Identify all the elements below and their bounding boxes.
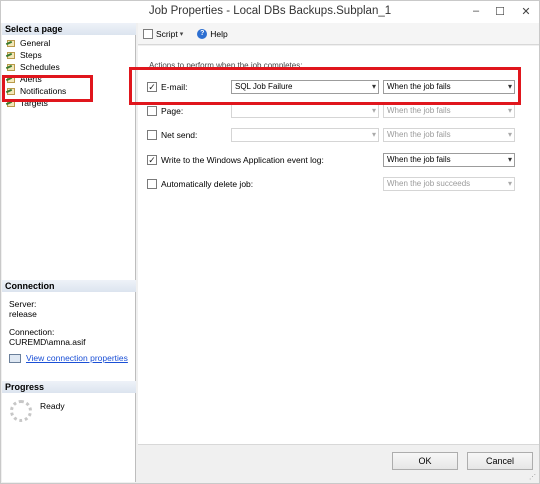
net-send-operator-select: ▾: [231, 128, 379, 142]
net-send-row: Net send:: [147, 128, 197, 142]
auto-delete-condition-value: When the job succeeds: [387, 179, 471, 188]
cancel-button[interactable]: Cancel: [467, 452, 533, 470]
page-condition-value: When the job fails: [387, 106, 451, 115]
event-log-condition-select[interactable]: When the job fails ▾: [383, 153, 515, 167]
notifications-highlight-box: [2, 75, 93, 102]
page-label: General: [20, 38, 51, 48]
net-send-condition-value: When the job fails: [387, 130, 451, 139]
title-bar[interactable]: Job Properties - Local DBs Backups.Subpl…: [1, 1, 539, 23]
server-value: release: [9, 309, 37, 319]
email-row-highlight-box: [129, 67, 521, 105]
page-label: Schedules: [20, 62, 60, 72]
chevron-down-icon: ▾: [507, 130, 512, 139]
page-item-schedules[interactable]: Schedules: [5, 61, 66, 73]
dialog-footer: OK Cancel ⋰: [138, 444, 539, 483]
auto-delete-label: Automatically delete job:: [161, 179, 254, 189]
help-button[interactable]: ? Help: [197, 28, 228, 39]
job-properties-window: Job Properties - Local DBs Backups.Subpl…: [0, 0, 540, 484]
chevron-down-icon: ▾: [371, 130, 376, 139]
page-icon: [5, 63, 16, 72]
connection-label: Connection:: [9, 327, 55, 337]
chevron-down-icon: ▾: [507, 155, 512, 164]
event-log-row: ✓ Write to the Windows Application event…: [147, 153, 324, 167]
net-send-checkbox[interactable]: [147, 130, 157, 140]
close-button[interactable]: ✕: [513, 1, 539, 21]
net-send-condition-select: When the job fails ▾: [383, 128, 515, 142]
auto-delete-checkbox[interactable]: [147, 179, 157, 189]
connection-value: CUREMD\amna.asif: [9, 337, 86, 347]
page-checkbox[interactable]: [147, 106, 157, 116]
connection-info: Server: release Connection: CUREMD\amna.…: [9, 299, 86, 347]
ok-button[interactable]: OK: [392, 452, 458, 470]
page-operator-select: ▾: [231, 104, 379, 118]
page-icon: [5, 39, 16, 48]
page-item-steps[interactable]: Steps: [5, 49, 66, 61]
resize-grip-icon[interactable]: ⋰: [529, 473, 536, 481]
page-label: Page:: [161, 106, 184, 116]
server-label: Server:: [9, 299, 37, 309]
auto-delete-row: Automatically delete job:: [147, 177, 253, 191]
progress-status: Ready: [40, 401, 65, 411]
script-icon: [143, 28, 153, 39]
auto-delete-condition-select: When the job succeeds ▾: [383, 177, 515, 191]
script-label: Script: [156, 28, 178, 39]
notifications-content: Actions to perform when the job complete…: [138, 46, 539, 444]
connection-header: Connection: [2, 280, 136, 292]
page-item-general[interactable]: General: [5, 37, 66, 49]
view-connection-properties-link[interactable]: View connection properties: [9, 353, 128, 363]
page-row: Page:: [147, 104, 183, 118]
event-log-condition-value: When the job fails: [387, 155, 451, 164]
event-log-checkbox[interactable]: ✓: [147, 155, 157, 165]
script-button[interactable]: Script ▾: [143, 28, 187, 39]
page-condition-select: When the job fails ▾: [383, 104, 515, 118]
chevron-down-icon: ▾: [179, 30, 184, 38]
chevron-down-icon: ▾: [507, 106, 512, 115]
event-log-label: Write to the Windows Application event l…: [161, 155, 324, 165]
help-icon: ?: [197, 28, 208, 39]
help-label: Help: [210, 28, 228, 39]
chevron-down-icon: ▾: [507, 179, 512, 188]
page-label: Steps: [20, 50, 42, 60]
chevron-down-icon: ▾: [371, 106, 376, 115]
connection-properties-icon: [9, 353, 21, 363]
progress-spinner-icon: [10, 400, 32, 422]
window-title: Job Properties - Local DBs Backups.Subpl…: [148, 5, 392, 17]
maximize-button[interactable]: ☐: [487, 1, 513, 21]
page-icon: [5, 51, 16, 60]
minimize-button[interactable]: –: [463, 1, 489, 21]
toolbar: Script ▾ ? Help: [138, 23, 539, 45]
progress-header: Progress: [2, 381, 136, 393]
view-connection-properties-label: View connection properties: [26, 353, 128, 363]
net-send-label: Net send:: [161, 130, 198, 140]
select-page-header: Select a page: [2, 23, 136, 35]
